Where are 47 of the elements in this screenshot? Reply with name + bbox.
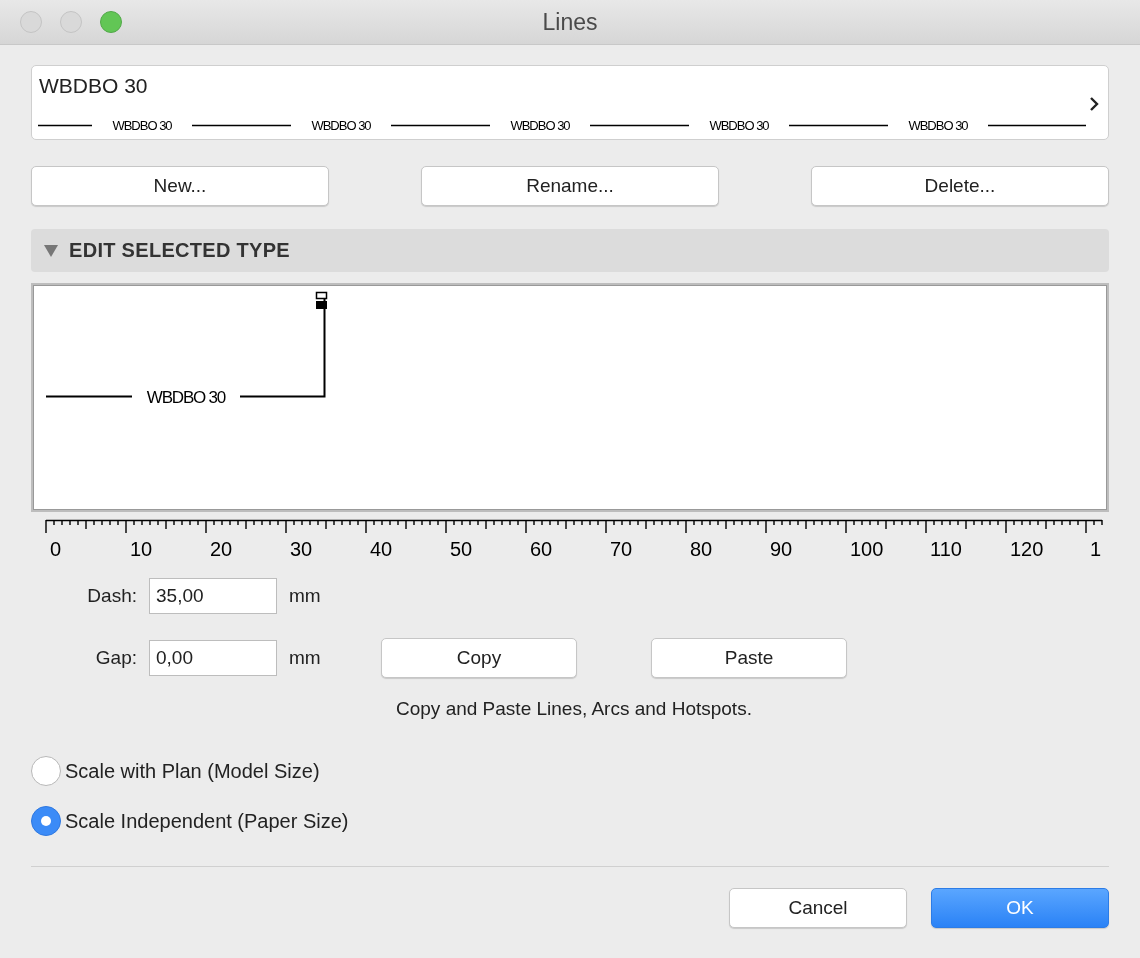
field-label: Dash: (87, 585, 138, 607)
pattern-label: WBDBO 30 (709, 118, 769, 132)
clipboard-hint: Copy and Paste Lines, Arcs and Hotspots. (396, 698, 752, 720)
clipboard-button[interactable]: Copy (381, 638, 577, 678)
section-title: EDIT SELECTED TYPE (69, 239, 290, 262)
radio-button[interactable] (31, 756, 61, 786)
value-field[interactable]: 35,00 (149, 578, 277, 614)
radio-label[interactable]: Scale with Plan (Model Size) (65, 759, 320, 783)
ruler-label: 40 (370, 538, 393, 560)
ruler-label: 100 (850, 538, 884, 560)
pattern-editor-canvas[interactable]: WBDBO 30 (31, 283, 1109, 512)
ruler-label: 1 (1090, 538, 1102, 560)
triangle-down-icon[interactable] (43, 243, 59, 258)
handle-icon[interactable] (315, 291, 328, 309)
section-header[interactable]: EDIT SELECTED TYPE (31, 229, 1109, 272)
ruler-label: 60 (530, 538, 553, 560)
clipboard-button[interactable]: Paste (651, 638, 847, 678)
dialog-button[interactable]: Cancel (729, 888, 907, 928)
unit-label: mm (288, 647, 322, 669)
value-field[interactable]: 0,00 (149, 640, 277, 676)
ruler-label: 120 (1010, 538, 1044, 560)
pattern-label: WBDBO 30 (908, 118, 968, 132)
line-type-selector[interactable]: WBDBO 30 WBDBO 30 WBDBO 30 WBDBO 30 WBDBO 30 WBDBO 30 (31, 65, 1109, 140)
ruler-label: 90 (770, 538, 793, 560)
zoom-button[interactable] (100, 11, 122, 33)
ruler-label: 20 (210, 538, 233, 560)
radio-button[interactable] (31, 806, 61, 836)
ruler-label: 10 (130, 538, 153, 560)
line-type-name: WBDBO 30 (39, 74, 148, 98)
type-button[interactable]: Delete... (811, 166, 1109, 206)
ruler-label: 80 (690, 538, 713, 560)
radio-label[interactable]: Scale Independent (Paper Size) (65, 809, 349, 833)
chevron-right-icon[interactable] (1088, 96, 1100, 112)
ruler-label: 30 (290, 538, 313, 560)
pattern-label: WBDBO 30 (146, 388, 226, 407)
ruler-label: 50 (450, 538, 473, 560)
ruler-label: 0 (50, 538, 62, 560)
pattern-label: WBDBO 30 (311, 118, 371, 132)
unit-label: mm (288, 585, 322, 607)
field-label: Gap: (95, 647, 138, 669)
ruler-label: 70 (610, 538, 633, 560)
type-button[interactable]: Rename... (421, 166, 719, 206)
type-button[interactable]: New... (31, 166, 329, 206)
window-title: Lines (542, 8, 598, 35)
ruler-label: 110 (930, 538, 962, 560)
pattern-label: WBDBO 30 (112, 118, 172, 132)
pattern-label: WBDBO 30 (510, 118, 570, 132)
